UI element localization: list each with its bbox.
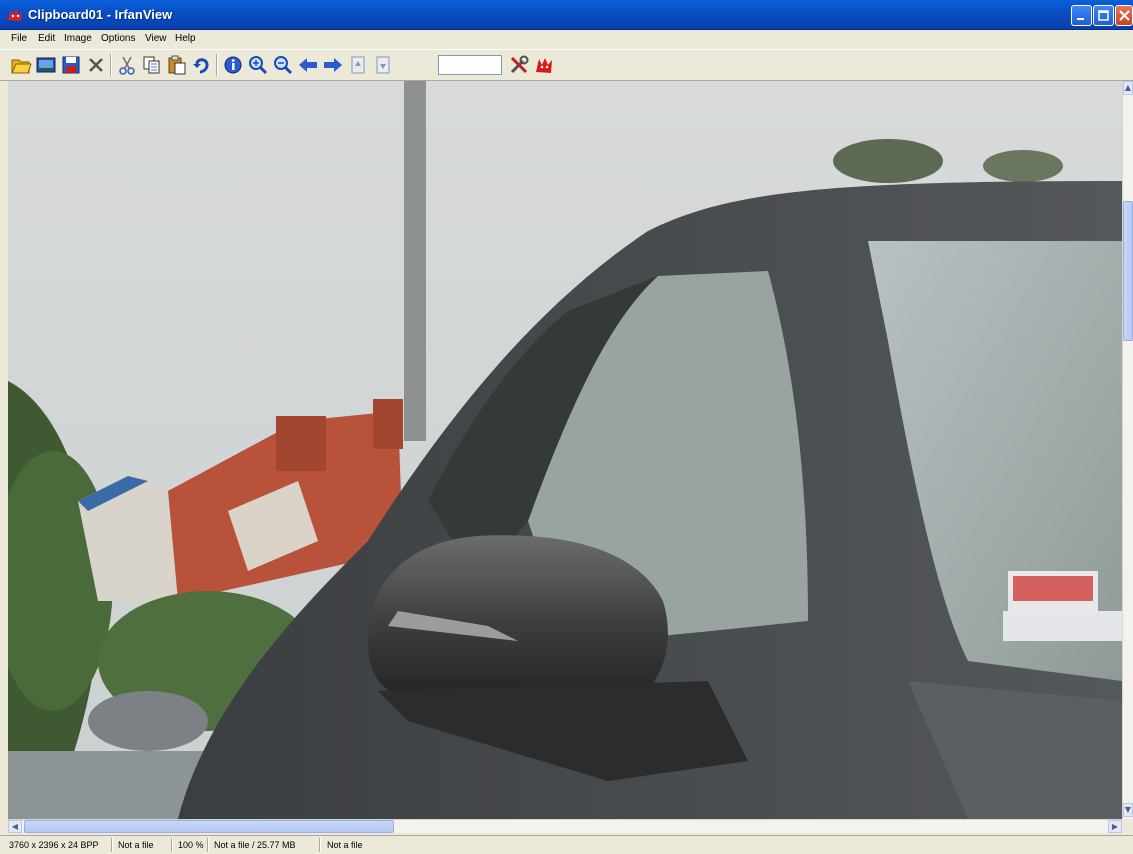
status-file-date: Not a file — [327, 840, 363, 850]
status-divider — [111, 838, 113, 852]
status-divider — [207, 838, 209, 852]
scroll-left-button[interactable]: ◀ — [8, 820, 22, 833]
menu-file[interactable]: File — [11, 33, 27, 44]
slideshow-icon — [36, 57, 56, 73]
undo-button[interactable] — [191, 54, 213, 76]
image-view[interactable] — [8, 81, 1122, 819]
chevron-down-icon: ▼ — [1124, 805, 1132, 814]
chevron-up-icon: ▲ — [1124, 83, 1132, 92]
zoom-out-button[interactable] — [272, 54, 294, 76]
photo-car-mirror — [8, 81, 1122, 819]
status-zoom: 100 % — [178, 840, 204, 850]
title-bar[interactable]: Clipboard01 - IrfanView — [0, 0, 1133, 30]
maximize-button[interactable] — [1093, 5, 1114, 26]
menu-bar: File Edit Image Options View Help — [0, 30, 1133, 49]
status-bar: 3760 x 2396 x 24 BPP Not a file 100 % No… — [0, 835, 1133, 854]
save-icon — [62, 56, 80, 74]
copy-icon — [143, 56, 160, 74]
options-button[interactable] — [508, 54, 530, 76]
open-button[interactable] — [10, 54, 32, 76]
paste-button[interactable] — [166, 54, 188, 76]
vertical-scrollbar[interactable]: ▲ ▼ — [1122, 81, 1133, 819]
toolbar-separator — [110, 54, 112, 76]
close-icon — [1119, 10, 1130, 21]
status-divider — [171, 838, 173, 852]
last-page-button[interactable] — [372, 54, 394, 76]
info-button[interactable] — [222, 54, 244, 76]
chevron-left-icon: ◀ — [11, 822, 19, 831]
delete-icon — [89, 58, 103, 72]
last-page-icon — [376, 56, 390, 74]
options-icon — [510, 55, 529, 74]
toolbar-separator — [216, 54, 218, 76]
menu-options[interactable]: Options — [101, 33, 135, 44]
zoom-in-icon — [249, 56, 268, 75]
menu-image[interactable]: Image — [64, 33, 92, 44]
cut-button[interactable] — [116, 54, 138, 76]
scroll-up-button[interactable]: ▲ — [1123, 81, 1133, 95]
horizontal-scroll-thumb[interactable] — [24, 820, 394, 833]
toolbar — [0, 49, 1133, 81]
menu-help[interactable]: Help — [175, 33, 196, 44]
irfanview-cat-icon — [8, 9, 22, 21]
zoom-input[interactable] — [438, 55, 502, 75]
menu-edit[interactable]: Edit — [38, 33, 55, 44]
zoom-out-icon — [274, 56, 293, 75]
paste-icon — [168, 55, 186, 75]
first-page-button[interactable] — [347, 54, 369, 76]
status-divider — [319, 838, 321, 852]
menu-view[interactable]: View — [145, 33, 167, 44]
chevron-right-icon: ▶ — [1111, 822, 1119, 831]
first-page-icon — [351, 56, 365, 74]
about-button[interactable] — [533, 54, 555, 76]
status-file-size: Not a file / 25.77 MB — [214, 840, 296, 850]
open-icon — [11, 59, 32, 74]
undo-icon — [193, 58, 209, 74]
status-file: Not a file — [118, 840, 154, 850]
copy-button[interactable] — [141, 54, 163, 76]
previous-button[interactable] — [297, 54, 319, 76]
irfanview-cat-icon — [536, 58, 552, 73]
delete-button[interactable] — [85, 54, 107, 76]
save-button[interactable] — [60, 54, 82, 76]
minimize-icon — [1077, 18, 1084, 20]
slideshow-button[interactable] — [35, 54, 57, 76]
next-button[interactable] — [322, 54, 344, 76]
info-icon — [224, 56, 242, 74]
minimize-button[interactable] — [1071, 5, 1092, 26]
cut-icon — [119, 56, 135, 75]
close-button[interactable] — [1115, 5, 1133, 26]
maximize-icon — [1098, 10, 1109, 21]
scroll-down-button[interactable]: ▼ — [1123, 803, 1133, 817]
vertical-scroll-thumb[interactable] — [1123, 201, 1133, 341]
next-icon — [324, 58, 342, 72]
status-dimensions: 3760 x 2396 x 24 BPP — [9, 840, 99, 850]
zoom-in-button[interactable] — [247, 54, 269, 76]
previous-icon — [299, 58, 317, 72]
scroll-right-button[interactable]: ▶ — [1108, 820, 1122, 833]
window-title: Clipboard01 - IrfanView — [28, 7, 173, 22]
horizontal-scrollbar[interactable]: ◀ ▶ — [8, 819, 1122, 833]
